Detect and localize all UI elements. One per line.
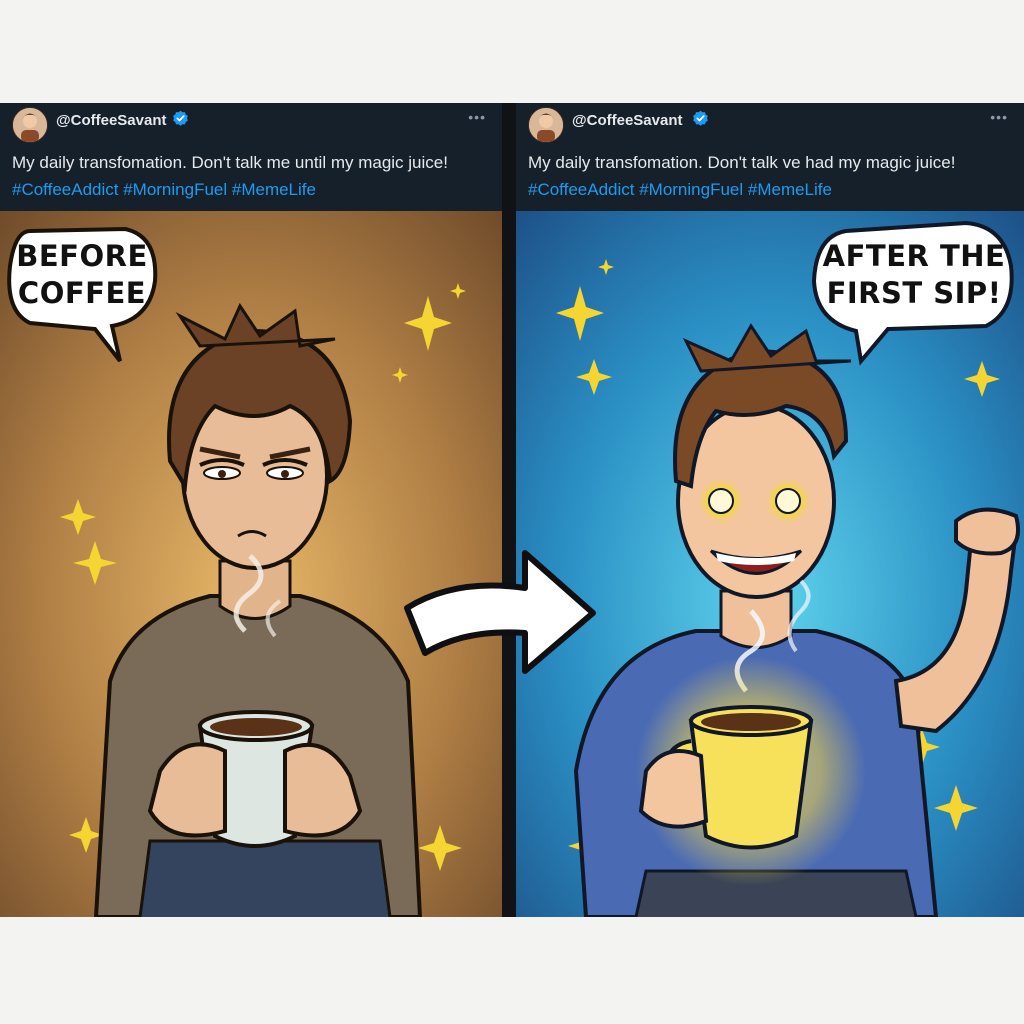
more-options-icon[interactable]: ••• bbox=[990, 109, 1008, 125]
before-bubble-line1: BEFORE bbox=[16, 239, 148, 273]
caption-text: My daily transfomation. Don't talk me un… bbox=[12, 153, 448, 172]
verified-badge-icon bbox=[693, 110, 708, 126]
caption-text: My daily transfomation. Don't talk ve ha… bbox=[528, 153, 956, 172]
after-bubble-line2: FIRST SIP! bbox=[827, 276, 1002, 310]
avatar[interactable] bbox=[12, 107, 48, 143]
right-arrow-icon bbox=[404, 550, 596, 674]
avatar[interactable] bbox=[528, 107, 564, 143]
post-caption: My daily transfomation. Don't talk me un… bbox=[12, 149, 494, 203]
before-bubble-line2: COFFEE bbox=[18, 276, 146, 310]
meme-image: @CoffeeSavant ••• My daily transfomation… bbox=[0, 103, 1024, 917]
post-caption: My daily transfomation. Don't talk ve ha… bbox=[528, 149, 1016, 203]
left-panel: @CoffeeSavant ••• My daily transfomation… bbox=[0, 103, 502, 917]
verified-badge-icon bbox=[173, 110, 188, 126]
hashtags[interactable]: #CoffeeAddict #MorningFuel #MemeLife bbox=[528, 176, 1016, 203]
after-bubble-line1: AFTER THE bbox=[823, 239, 1006, 273]
user-handle[interactable]: @CoffeeSavant bbox=[572, 112, 683, 129]
user-handle[interactable]: @CoffeeSavant bbox=[56, 112, 167, 129]
right-post-header: @CoffeeSavant ••• My daily transfomation… bbox=[516, 103, 1024, 211]
hashtags[interactable]: #CoffeeAddict #MorningFuel #MemeLife bbox=[12, 176, 494, 203]
left-post-header: @CoffeeSavant ••• My daily transfomation… bbox=[0, 103, 502, 211]
page-background bbox=[0, 0, 1024, 103]
right-panel: @CoffeeSavant ••• My daily transfomation… bbox=[516, 103, 1024, 917]
more-options-icon[interactable]: ••• bbox=[468, 109, 486, 125]
